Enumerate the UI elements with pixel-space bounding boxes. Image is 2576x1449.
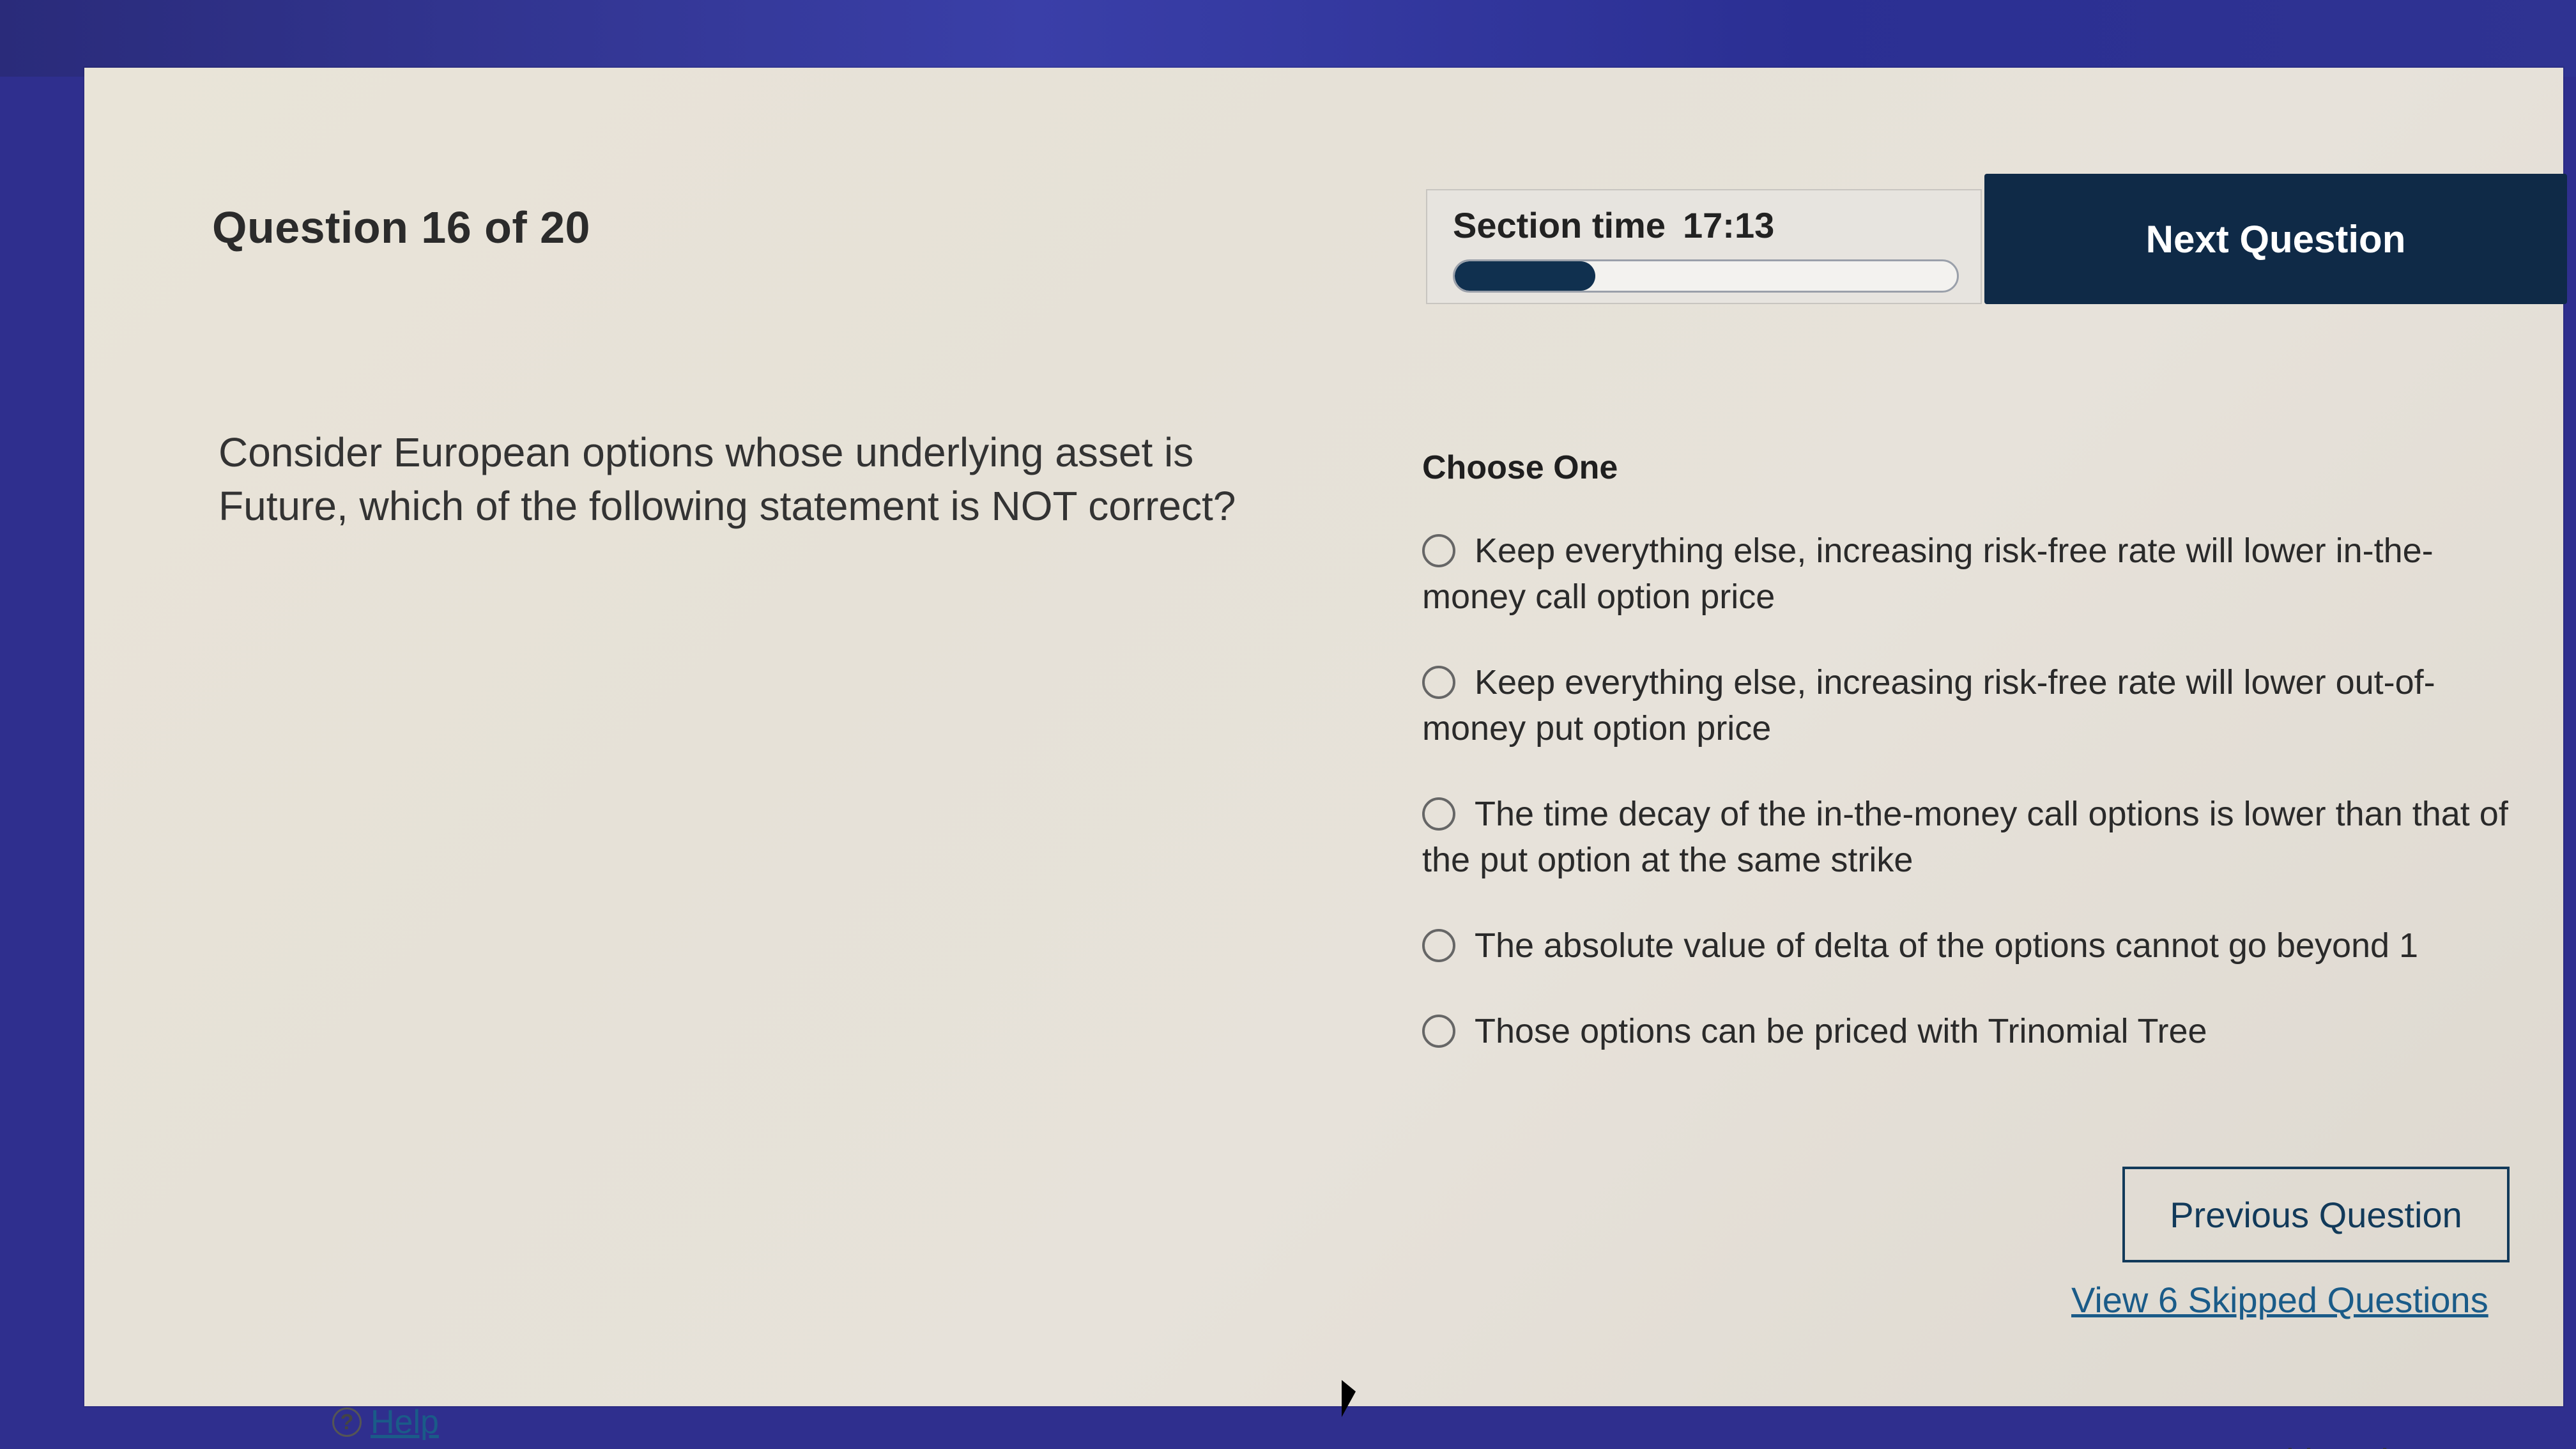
answer-option[interactable]: Keep everything else, increasing risk-fr…	[1422, 659, 2521, 751]
radio-button[interactable]	[1422, 534, 1455, 567]
view-skipped-questions-link[interactable]: View 6 Skipped Questions	[2071, 1279, 2488, 1321]
answer-option-label: Keep everything else, increasing risk-fr…	[1422, 663, 2435, 747]
section-time-progress-bar	[1453, 259, 1959, 293]
help-label[interactable]: Help	[371, 1403, 439, 1441]
choose-one-heading: Choose One	[1422, 449, 1618, 486]
radio-button[interactable]	[1422, 929, 1455, 962]
question-counter: Question 16 of 20	[212, 203, 590, 252]
previous-question-button[interactable]: Previous Question	[2122, 1167, 2510, 1262]
answer-option-label: Those options can be priced with Trinomi…	[1475, 1012, 2207, 1050]
section-time-value: 17:13	[1683, 205, 1775, 245]
monitor-bezel-top	[0, 0, 2576, 77]
answer-option-label: The time decay of the in-the-money call …	[1422, 795, 2508, 879]
radio-button[interactable]	[1422, 666, 1455, 699]
radio-button[interactable]	[1422, 797, 1455, 831]
answer-option-label: Keep everything else, increasing risk-fr…	[1422, 532, 2434, 616]
next-question-button[interactable]: Next Question	[1984, 174, 2567, 304]
answer-options: Keep everything else, increasing risk-fr…	[1422, 528, 2521, 1094]
answer-option[interactable]: The time decay of the in-the-money call …	[1422, 791, 2521, 883]
answer-option[interactable]: The absolute value of delta of the optio…	[1422, 923, 2521, 969]
help-circle-icon: ?	[332, 1407, 362, 1437]
powered-by-text: Powered by HireVue	[2148, 1441, 2487, 1449]
mouse-cursor-icon	[1342, 1380, 1356, 1417]
assessment-screen: Question 16 of 20 Section time 17:13 Nex…	[84, 68, 2567, 1449]
section-time-progress-fill	[1455, 261, 1596, 291]
help-link[interactable]: ? Help	[332, 1403, 439, 1441]
section-timer: Section time 17:13	[1426, 189, 1982, 304]
answer-option[interactable]: Those options can be priced with Trinomi…	[1422, 1008, 2521, 1054]
radio-button[interactable]	[1422, 1015, 1455, 1048]
section-time-label: Section time	[1453, 205, 1666, 245]
answer-option[interactable]: Keep everything else, increasing risk-fr…	[1422, 528, 2521, 620]
question-text: Consider European options whose underlyi…	[218, 429, 1236, 529]
answer-option-label: The absolute value of delta of the optio…	[1475, 926, 2419, 965]
